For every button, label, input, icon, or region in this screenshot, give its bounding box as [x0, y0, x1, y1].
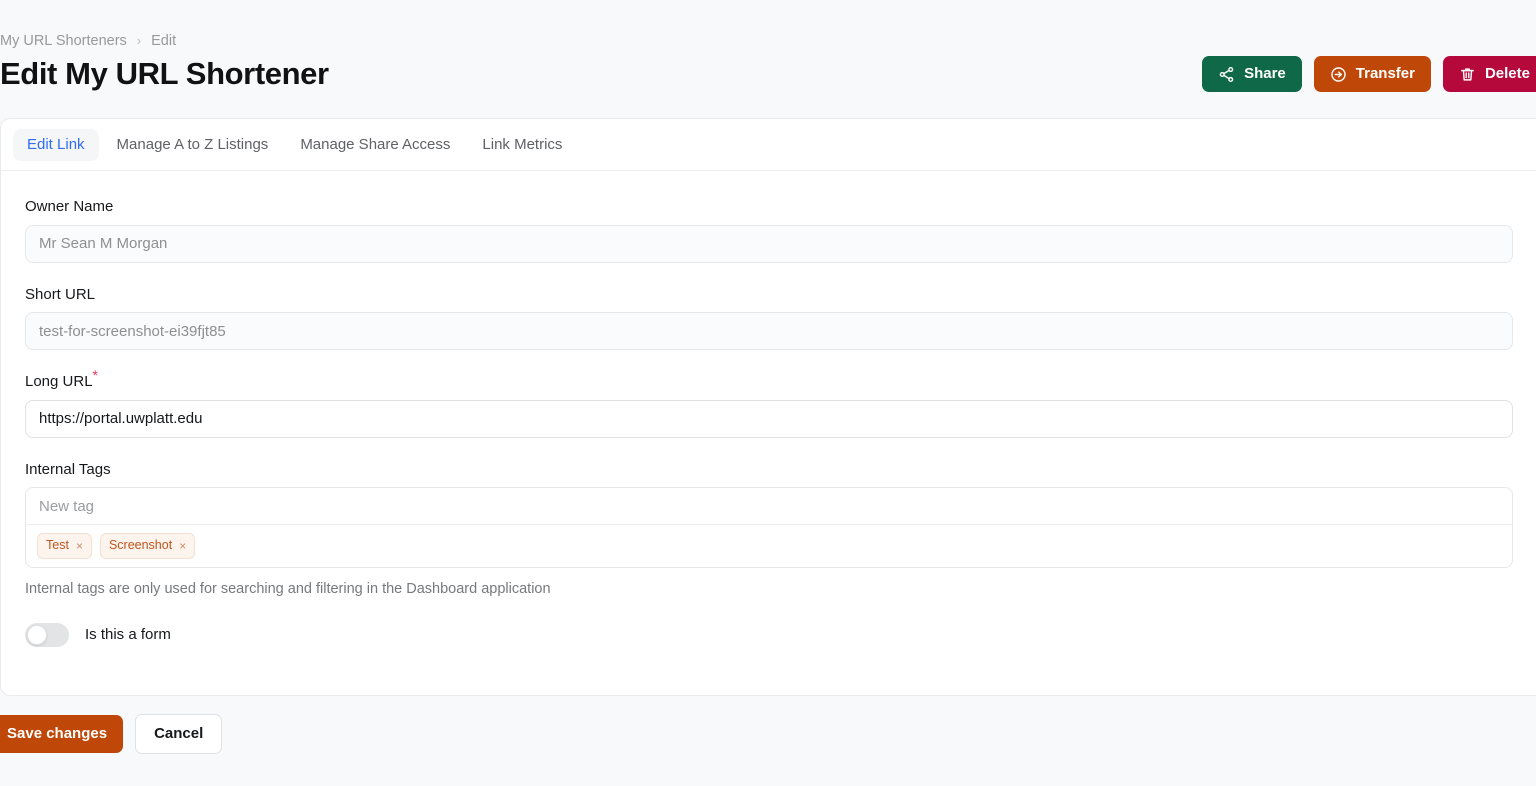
- tab-link-metrics[interactable]: Link Metrics: [468, 129, 576, 161]
- short-url-input[interactable]: [25, 312, 1513, 350]
- tag-list: Test × Screenshot ×: [26, 525, 1512, 567]
- internal-tags-help-text: Internal tags are only used for searchin…: [25, 580, 551, 597]
- transfer-button-label: Transfer: [1355, 65, 1415, 83]
- field-long-url: Long URL*: [25, 368, 1514, 438]
- cancel-button[interactable]: Cancel: [135, 714, 223, 754]
- field-short-url: Short URL: [25, 285, 1514, 350]
- delete-button[interactable]: Delete: [1442, 56, 1536, 93]
- toggle-knob: [27, 624, 47, 645]
- is-form-toggle-row: Is this a form: [25, 622, 1514, 675]
- share-button-label: Share: [1244, 65, 1286, 83]
- share-button[interactable]: Share: [1202, 56, 1302, 93]
- save-changes-button[interactable]: Save changes: [0, 715, 124, 753]
- page-title: Edit My URL Shortener: [0, 56, 329, 91]
- transfer-icon: [1330, 66, 1347, 83]
- field-owner-name: Owner Name: [25, 197, 1514, 263]
- long-url-input[interactable]: [25, 399, 1513, 438]
- delete-button-label: Delete: [1484, 65, 1530, 83]
- page-header: My URL Shorteners › Edit Edit My URL Sho…: [0, 0, 1536, 118]
- breadcrumb-item-edit: Edit: [151, 33, 177, 49]
- short-url-label: Short URL: [25, 285, 96, 303]
- transfer-button[interactable]: Transfer: [1313, 56, 1431, 93]
- share-icon: [1218, 66, 1235, 83]
- is-form-toggle[interactable]: [25, 622, 69, 647]
- tab-edit-link[interactable]: Edit Link: [13, 129, 99, 161]
- trash-icon: [1459, 66, 1476, 83]
- is-form-toggle-label: Is this a form: [85, 626, 171, 644]
- owner-name-label: Owner Name: [25, 198, 114, 215]
- form-footer: Save changes Cancel: [0, 696, 1536, 754]
- tag-chip-label: Test: [46, 538, 69, 552]
- tab-bar: Edit Link Manage A to Z Listings Manage …: [1, 119, 1536, 171]
- owner-name-input[interactable]: [25, 224, 1513, 263]
- edit-link-form: Owner Name Short URL Long URL* Internal …: [1, 171, 1536, 675]
- tab-manage-a-to-z-listings[interactable]: Manage A to Z Listings: [103, 129, 283, 161]
- header-actions: Share Transfer Delete: [1202, 56, 1536, 93]
- required-marker-icon: *: [92, 367, 98, 383]
- edit-link-card: Edit Link Manage A to Z Listings Manage …: [0, 118, 1536, 696]
- tab-manage-share-access[interactable]: Manage Share Access: [286, 129, 464, 161]
- new-tag-input[interactable]: [26, 488, 1512, 525]
- long-url-label-text: Long URL: [25, 373, 93, 390]
- internal-tags-box: Test × Screenshot ×: [25, 487, 1513, 568]
- breadcrumb: My URL Shorteners › Edit: [0, 0, 1512, 49]
- tag-chip-label: Screenshot: [108, 538, 173, 552]
- title-row: Edit My URL Shortener Share Transfer Del…: [0, 55, 1536, 94]
- breadcrumb-item-my-url-shorteners[interactable]: My URL Shorteners: [0, 33, 127, 49]
- tag-remove-icon[interactable]: ×: [179, 540, 186, 552]
- internal-tags-label: Internal Tags: [25, 460, 111, 478]
- tag-chip[interactable]: Screenshot ×: [99, 533, 196, 559]
- breadcrumb-separator-icon: ›: [136, 32, 142, 48]
- tag-remove-icon[interactable]: ×: [76, 540, 83, 552]
- tag-chip[interactable]: Test ×: [37, 533, 92, 559]
- field-internal-tags: Internal Tags Test × Screenshot × Intern…: [25, 460, 1514, 599]
- long-url-label: Long URL*: [25, 368, 1514, 392]
